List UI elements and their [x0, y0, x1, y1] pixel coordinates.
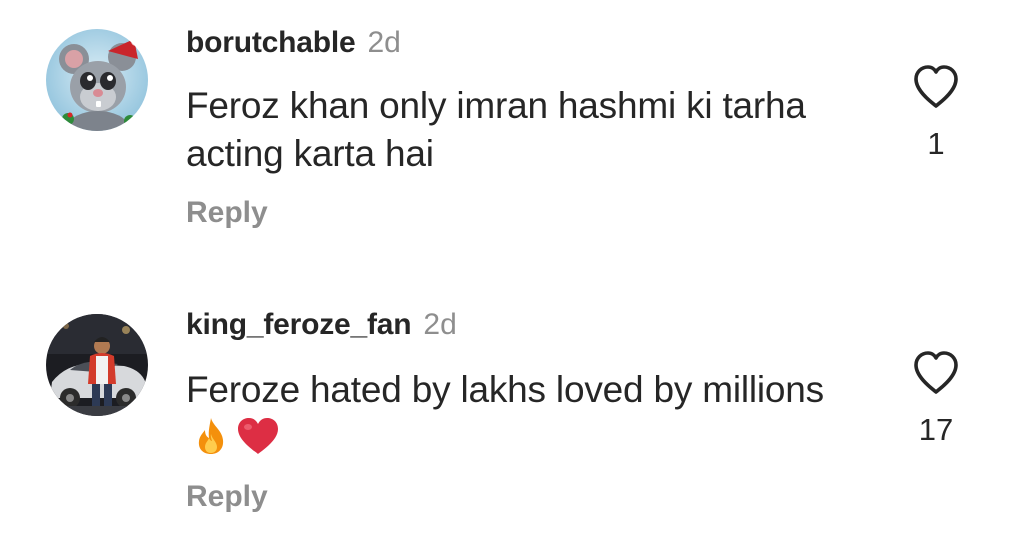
like-section: 1: [906, 64, 966, 162]
mouse-avatar-icon: [46, 29, 148, 131]
comment-item: king_feroze_fan 2d Feroze hated by lakhs…: [0, 284, 1024, 542]
comment-text: Feroze hated by lakhs loved by millions: [186, 366, 826, 468]
comment-item: borutchable 2d Feroz khan only imran has…: [0, 0, 1024, 270]
like-count: 1: [927, 126, 945, 161]
comment-header: borutchable 2d: [186, 26, 401, 66]
reply-button[interactable]: Reply: [186, 480, 268, 514]
heart-outline-icon: [914, 65, 958, 108]
comment-text-content: Feroze hated by lakhs loved by millions: [186, 369, 824, 410]
like-section: 17: [906, 350, 966, 448]
avatar[interactable]: [46, 29, 148, 131]
comment-text: Feroz khan only imran hashmi ki tarha ac…: [186, 82, 826, 178]
reply-button[interactable]: Reply: [186, 196, 268, 230]
username[interactable]: king_feroze_fan: [186, 308, 412, 342]
heart-outline-icon: [914, 351, 958, 394]
comment-header: king_feroze_fan 2d: [186, 308, 457, 348]
like-button[interactable]: [912, 350, 960, 396]
username[interactable]: borutchable: [186, 26, 356, 60]
timestamp: 2d: [423, 308, 457, 341]
man-with-car-avatar-icon: [46, 314, 148, 416]
timestamp: 2d: [367, 26, 401, 59]
red-heart-emoji-icon: [236, 416, 280, 468]
like-button[interactable]: [912, 64, 960, 110]
avatar[interactable]: [46, 314, 148, 416]
comment-text-content: Feroz khan only imran hashmi ki tarha ac…: [186, 85, 806, 174]
fire-emoji-icon: [192, 416, 230, 468]
like-count: 17: [918, 412, 954, 447]
